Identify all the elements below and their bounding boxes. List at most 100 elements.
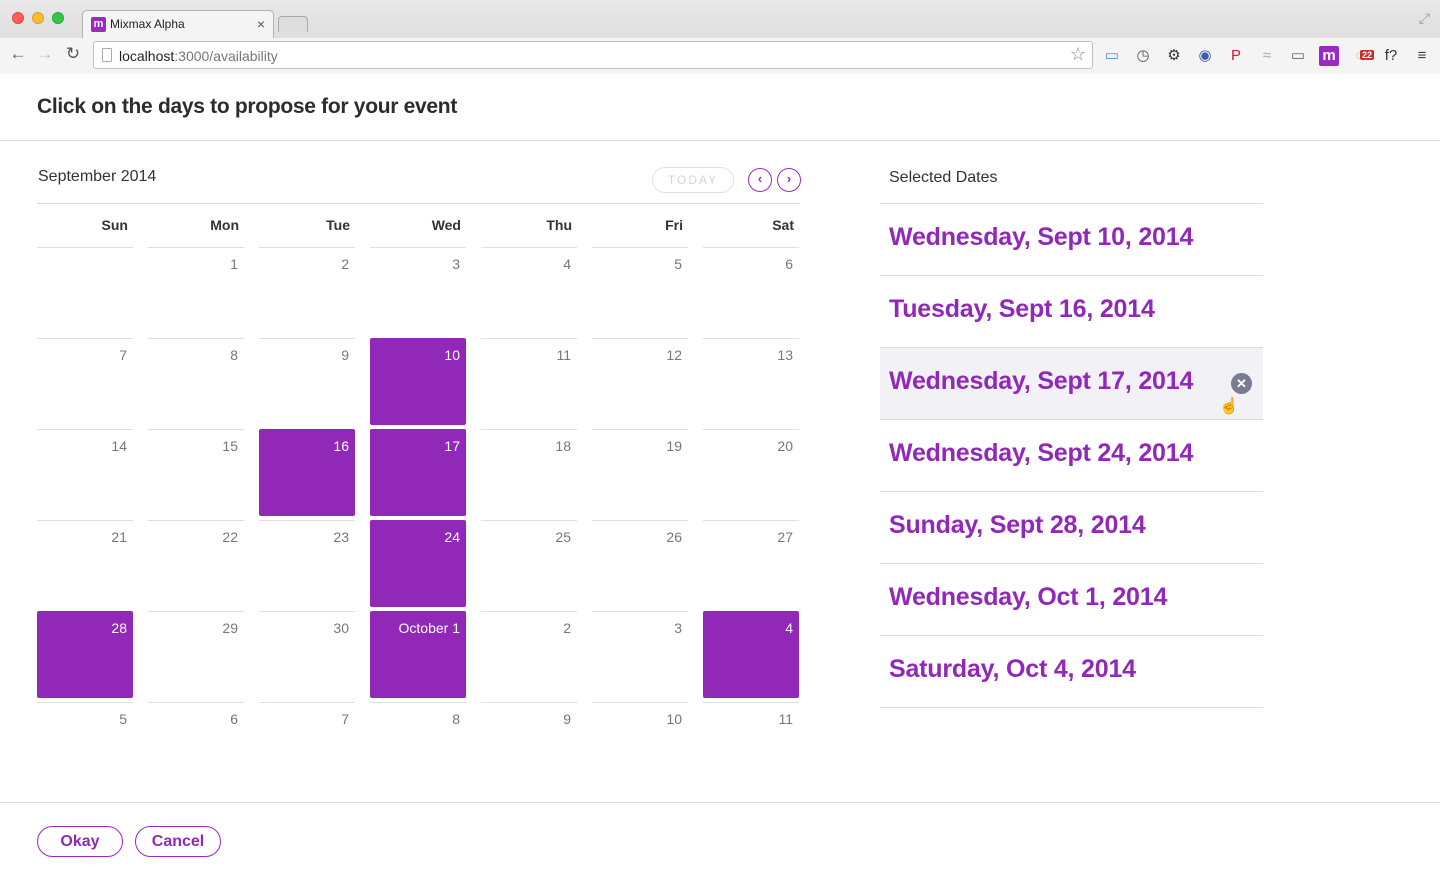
day-number: 20 [777,438,793,454]
bookmark-star-icon[interactable]: ☆ [1070,44,1086,65]
day-cell[interactable]: 21 [37,520,133,607]
day-cell-selected[interactable]: 16 [259,429,355,516]
calendar-grid: Sun Mon Tue Wed Thu Fri Sat 1 2 3 4 5 6 7 8 9 10 11 12 13 1… [37,207,807,793]
day-number: 1 [230,256,238,272]
prev-month-button[interactable]: ‹ [748,168,772,192]
clock-icon[interactable]: ◷ [1133,46,1153,66]
zoom-window-button[interactable] [52,12,64,24]
okay-button[interactable]: Okay [37,826,123,857]
selected-date-item[interactable]: Wednesday, Sept 10, 2014 [880,204,1263,276]
day-cell-selected[interactable]: 17 [370,429,466,516]
selected-date-text: Wednesday, Sept 24, 2014 [889,439,1194,467]
browser-tab[interactable]: m Mixmax Alpha × [82,10,274,38]
day-cell[interactable]: 19 [592,429,688,516]
url-text[interactable]: localhost:3000/availability [119,48,278,64]
day-cell[interactable]: 8 [370,702,466,732]
day-cell[interactable]: 30 [259,611,355,698]
selected-date-item[interactable]: Sunday, Sept 28, 2014 [880,492,1263,564]
day-cell[interactable]: 2 [259,247,355,334]
day-cell[interactable]: 11 [481,338,577,425]
day-cell[interactable]: 8 [148,338,244,425]
selected-date-item[interactable]: Wednesday, Sept 24, 2014 [880,420,1263,492]
day-number: 16 [333,438,349,454]
fullscreen-icon[interactable]: ⤢ [1419,10,1430,27]
menu-icon[interactable]: ≡ [1412,46,1432,66]
day-cell-selected[interactable]: October 1 [370,611,466,698]
day-cell[interactable]: 7 [259,702,355,732]
gear-icon[interactable]: ⚙ [1164,46,1184,66]
app-header: Click on the days to propose for your ev… [0,75,1440,141]
font-icon[interactable]: f? [1381,46,1401,66]
remove-date-icon[interactable]: ✕ [1231,373,1252,394]
day-number: 19 [666,438,682,454]
tab-close-icon[interactable]: × [257,16,265,32]
day-cell[interactable]: 22 [148,520,244,607]
day-cell[interactable]: 27 [703,520,799,607]
day-cell[interactable]: 6 [703,247,799,334]
camera-icon[interactable]: ◉ [1195,46,1215,66]
calendar-week: 14 15 16 17 18 19 20 [37,429,807,520]
day-cell[interactable]: 2 [481,611,577,698]
day-cell[interactable]: 29 [148,611,244,698]
selected-date-item[interactable]: Wednesday, Sept 17, 2014 ✕ ☝ [880,348,1263,420]
day-cell[interactable]: 20 [703,429,799,516]
day-cell[interactable]: 18 [481,429,577,516]
day-cell[interactable]: 9 [259,338,355,425]
day-cell[interactable]: 23 [259,520,355,607]
minimize-window-button[interactable] [32,12,44,24]
day-cell[interactable]: 4 [481,247,577,334]
day-cell-selected[interactable]: 10 [370,338,466,425]
day-cell[interactable]: 1 [148,247,244,334]
mixmax-icon[interactable]: m [1319,46,1339,66]
day-cell-selected[interactable]: 4 [703,611,799,698]
day-cell[interactable]: 12 [592,338,688,425]
day-cell-selected[interactable]: 28 [37,611,133,698]
day-cell[interactable]: 10 [592,702,688,732]
day-cell[interactable]: 5 [592,247,688,334]
day-number: 17 [444,438,460,454]
browser-chrome: m Mixmax Alpha × ⤢ ← → ↻ localhost:3000/… [0,0,1440,74]
day-number: 2 [563,620,571,636]
day-number: 5 [674,256,682,272]
day-cell[interactable]: 6 [148,702,244,732]
day-number: 6 [230,711,238,727]
day-cell[interactable]: 15 [148,429,244,516]
selected-date-item[interactable]: Wednesday, Oct 1, 2014 [880,564,1263,636]
wave-icon[interactable]: ≈ [1257,46,1277,66]
selected-date-item[interactable]: Tuesday, Sept 16, 2014 [880,276,1263,348]
selected-date-item[interactable]: Saturday, Oct 4, 2014 [880,636,1263,708]
day-cell[interactable] [37,247,133,334]
day-number: 15 [222,438,238,454]
day-cell[interactable]: 11 [703,702,799,732]
day-number: 30 [333,620,349,636]
day-number: 25 [555,529,571,545]
next-month-button[interactable]: › [777,168,801,192]
day-cell[interactable]: 3 [370,247,466,334]
day-cell[interactable]: 26 [592,520,688,607]
day-cell-selected[interactable]: 24 [370,520,466,607]
selected-date-text: Saturday, Oct 4, 2014 [889,655,1136,683]
day-cell[interactable]: 7 [37,338,133,425]
pinterest-icon[interactable]: P [1226,46,1246,66]
day-number: 27 [777,529,793,545]
day-cell[interactable]: 9 [481,702,577,732]
window-icon[interactable]: ▭ [1102,46,1122,66]
back-icon[interactable]: ← [8,44,28,64]
new-tab-button[interactable] [278,16,308,32]
close-window-button[interactable] [12,12,24,24]
weekday-fri: Fri [665,217,683,233]
reload-icon[interactable]: ↻ [63,44,83,64]
cast-icon[interactable]: ▭ [1288,46,1308,66]
day-cell[interactable]: 13 [703,338,799,425]
mixmax-favicon-icon: m [91,17,106,32]
day-number: 29 [222,620,238,636]
day-number: 9 [563,711,571,727]
cancel-button[interactable]: Cancel [135,826,221,857]
today-button[interactable]: TODAY [652,167,734,193]
address-bar[interactable]: localhost:3000/availability ☆ [93,41,1093,69]
forward-icon[interactable]: → [35,44,55,64]
day-cell[interactable]: 5 [37,702,133,732]
day-cell[interactable]: 25 [481,520,577,607]
day-cell[interactable]: 3 [592,611,688,698]
day-cell[interactable]: 14 [37,429,133,516]
